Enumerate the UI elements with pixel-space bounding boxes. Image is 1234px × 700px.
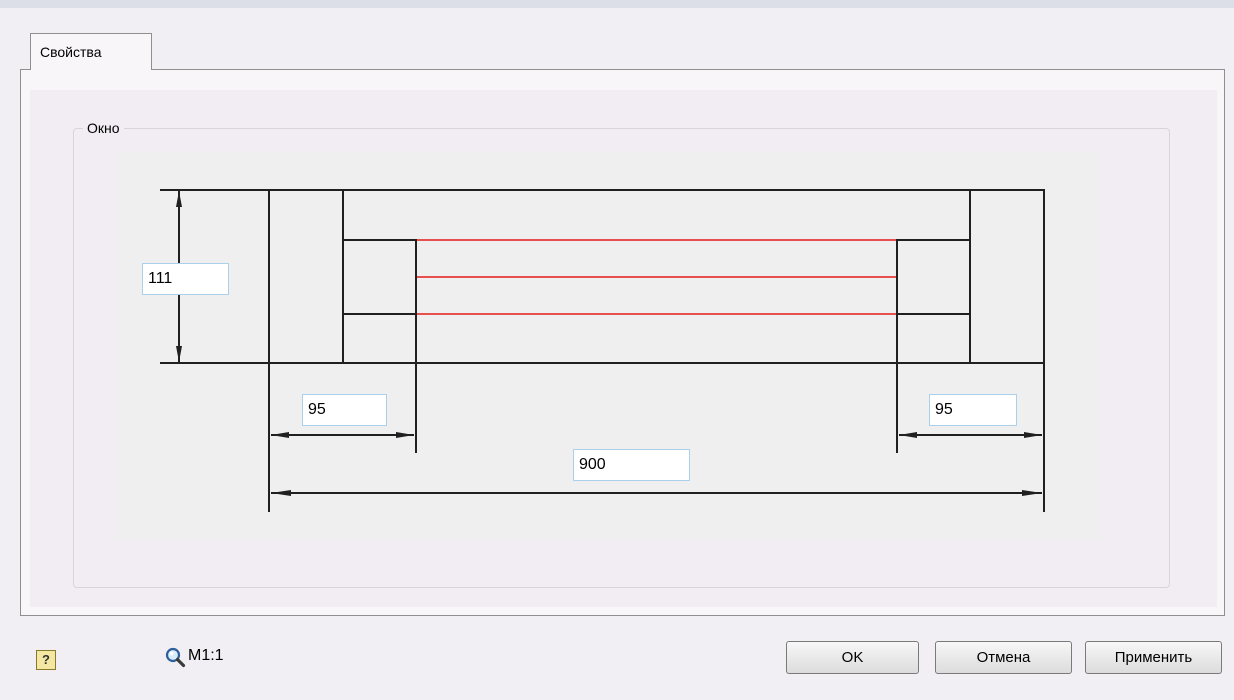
ok-button[interactable]: OK xyxy=(786,641,919,674)
help-icon[interactable]: ? xyxy=(36,650,56,670)
arrow-height-bottom xyxy=(176,346,182,362)
cancel-button[interactable]: Отмена xyxy=(935,641,1072,674)
arrow-left-start xyxy=(271,432,289,438)
left-width-input[interactable]: 95 xyxy=(302,394,387,426)
window-top-strip xyxy=(0,0,1234,8)
arrow-left-end xyxy=(396,432,414,438)
total-width-input[interactable]: 900 xyxy=(573,449,690,481)
arrow-total-start xyxy=(271,490,291,496)
apply-button[interactable]: Применить xyxy=(1085,641,1222,674)
height-input[interactable]: 111 xyxy=(142,263,229,295)
arrow-total-end xyxy=(1022,490,1042,496)
glass-lines xyxy=(417,239,896,315)
arrow-right-end xyxy=(1024,432,1042,438)
tab-properties[interactable]: Свойства xyxy=(30,33,152,70)
arrow-right-start xyxy=(899,432,917,438)
groupbox-label: Окно xyxy=(83,120,124,136)
scale-label: M1:1 xyxy=(188,647,224,664)
arrow-height-top xyxy=(176,191,182,207)
right-width-input[interactable]: 95 xyxy=(929,394,1017,426)
tab-properties-label: Свойства xyxy=(40,44,102,60)
magnifier-icon[interactable] xyxy=(164,646,186,668)
